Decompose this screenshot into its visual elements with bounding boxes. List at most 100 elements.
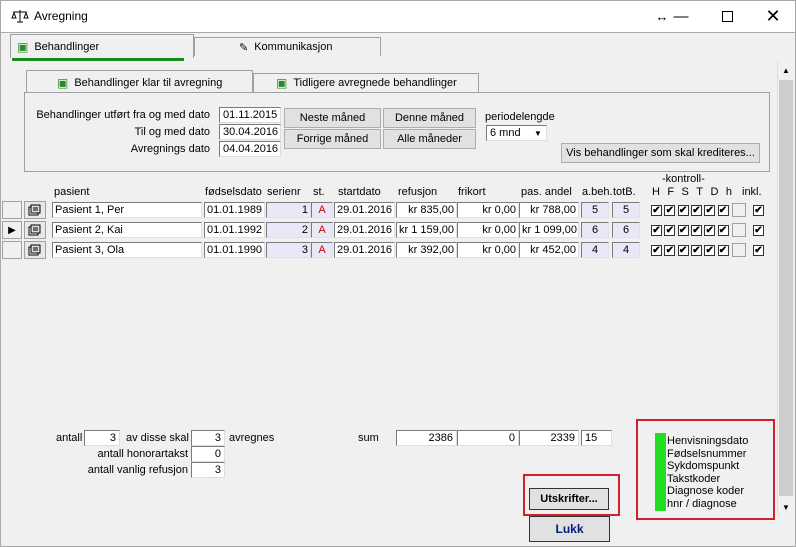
kontroll-check-2: ✔	[677, 245, 689, 256]
scrollbar-thumb[interactable]	[779, 80, 793, 496]
edit-icon[interactable]	[24, 201, 46, 219]
col-frikort: frikort	[458, 186, 486, 198]
from-date-label: Behandlinger utført fra og med dato	[36, 109, 210, 121]
cell-serienr[interactable]: 2	[266, 222, 311, 238]
cell-fodselsdato[interactable]: 01.01.1989	[204, 202, 265, 218]
to-date-field[interactable]: 30.04.2016	[219, 124, 281, 140]
cell-pasient[interactable]: Pasient 2, Kai	[52, 222, 202, 238]
kontroll-check-4: ✔	[704, 225, 716, 236]
lukk-button[interactable]: Lukk	[529, 516, 610, 542]
inkl-checkbox[interactable]: ✔	[753, 225, 764, 236]
col-inkl: inkl.	[742, 186, 762, 198]
row-action-button[interactable]	[732, 203, 746, 217]
row-selector[interactable]	[2, 201, 22, 219]
legend-fodselsnummer: Fødselsnummer	[667, 447, 747, 460]
cell-fodselsdato[interactable]: 01.01.1990	[204, 242, 265, 258]
kontroll-check-5: ✔	[717, 205, 729, 216]
cell-status[interactable]: A	[311, 242, 333, 258]
honorar-label: antall honorartakst	[97, 448, 189, 460]
legend-takstkoder: Takstkoder	[667, 472, 721, 485]
show-credit-button[interactable]: Vis behandlinger som skal krediteres...	[561, 143, 760, 163]
avregning-date-label: Avregnings dato	[130, 143, 210, 155]
cell-status[interactable]: A	[311, 202, 333, 218]
sum-label: sum	[358, 432, 379, 444]
cell-frikort[interactable]: kr 0,00	[457, 242, 519, 258]
all-months-button[interactable]: Alle måneder	[383, 129, 476, 149]
close-button[interactable]: ✕	[750, 0, 796, 32]
honorar-field: 0	[191, 446, 225, 462]
tab-klar-til-avregning[interactable]: ▣ Behandlinger klar til avregning	[26, 70, 253, 94]
link-icon: ✎	[239, 41, 249, 54]
legend-diagnose-koder: Diagnose koder	[667, 485, 745, 498]
cell-pasient[interactable]: Pasient 3, Ola	[52, 242, 202, 258]
legend-color-bar	[655, 433, 666, 511]
col-totb: totB.	[613, 186, 636, 198]
col-pas-andel: pas. andel	[521, 186, 572, 198]
scroll-up-icon[interactable]: ▲	[778, 62, 794, 78]
archive-icon: ▣	[276, 76, 288, 90]
cell-totb[interactable]: 5	[612, 202, 640, 218]
previous-month-button[interactable]: Forrige måned	[284, 129, 381, 149]
utskrifter-button[interactable]: Utskrifter...	[529, 488, 609, 510]
vertical-scrollbar[interactable]: ▲ ▼	[777, 62, 793, 515]
this-month-button[interactable]: Denne måned	[383, 108, 476, 128]
vanlig-refusjon-label: antall vanlig refusjon	[87, 464, 188, 476]
sum-refusjon-field: 2386	[396, 430, 457, 446]
cell-abeh[interactable]: 5	[581, 202, 609, 218]
chevron-down-icon[interactable]: ▼	[531, 126, 545, 140]
cell-pas-andel[interactable]: kr 1 099,00	[519, 222, 579, 238]
kontroll-check-1: ✔	[664, 225, 676, 236]
tab-label: Behandlinger klar til avregning	[74, 76, 223, 89]
inkl-checkbox[interactable]: ✔	[753, 245, 764, 256]
cell-pas-andel[interactable]: kr 788,00	[519, 202, 579, 218]
col-st: st.	[313, 186, 325, 198]
kontroll-check-5: ✔	[717, 225, 729, 236]
cell-refusjon[interactable]: kr 1 159,00	[396, 222, 457, 238]
kontroll-check-2: ✔	[677, 225, 689, 236]
sum-pas-andel-field: 2339	[519, 430, 579, 446]
kontroll-check-0: ✔	[651, 205, 662, 216]
cell-startdato[interactable]: 29.01.2016	[334, 242, 395, 258]
cell-pas-andel[interactable]: kr 452,00	[519, 242, 579, 258]
maximize-button[interactable]	[704, 0, 750, 32]
cell-pasient[interactable]: Pasient 1, Per	[52, 202, 202, 218]
scroll-down-icon[interactable]: ▼	[778, 499, 794, 515]
cell-serienr[interactable]: 3	[266, 242, 311, 258]
edit-icon[interactable]	[24, 221, 46, 239]
tab-behandlinger[interactable]: ▣ Behandlinger	[10, 34, 194, 58]
folder-icon: ▣	[17, 39, 29, 54]
inkl-checkbox[interactable]: ✔	[753, 205, 764, 216]
row-action-button[interactable]	[732, 223, 746, 237]
minimize-button[interactable]: —	[658, 0, 704, 32]
sum-beh-field: 15	[581, 430, 612, 446]
row-selector[interactable]: ▶	[2, 221, 22, 239]
cell-frikort[interactable]: kr 0,00	[457, 202, 519, 218]
cell-serienr[interactable]: 1	[266, 202, 311, 218]
avregning-date-field[interactable]: 04.04.2016	[219, 141, 281, 157]
cell-totb[interactable]: 4	[612, 242, 640, 258]
kontroll-check-0: ✔	[651, 245, 662, 256]
cell-totb[interactable]: 6	[612, 222, 640, 238]
tab-tidligere-avregnede[interactable]: ▣ Tidligere avregnede behandlinger	[253, 73, 479, 92]
scale-icon	[11, 9, 29, 26]
kontroll-check-4: ✔	[704, 205, 716, 216]
cell-abeh[interactable]: 4	[581, 242, 609, 258]
cell-abeh[interactable]: 6	[581, 222, 609, 238]
next-month-button[interactable]: Neste måned	[284, 108, 381, 128]
cell-refusjon[interactable]: kr 392,00	[396, 242, 457, 258]
col-startdato: startdato	[338, 186, 381, 198]
cell-status[interactable]: A	[311, 222, 333, 238]
utskrifter-label: Utskrifter...	[540, 493, 598, 505]
legend-hnr-diagnose: hnr / diagnose	[667, 497, 737, 510]
row-selector[interactable]	[2, 241, 22, 259]
cell-startdato[interactable]: 29.01.2016	[334, 222, 395, 238]
row-action-button[interactable]	[732, 243, 746, 257]
cell-startdato[interactable]: 29.01.2016	[334, 202, 395, 218]
from-date-field[interactable]: 01.11.2015	[219, 107, 281, 123]
cell-fodselsdato[interactable]: 01.01.1992	[204, 222, 265, 238]
tab-kommunikasjon[interactable]: ✎ Kommunikasjon	[194, 37, 381, 56]
edit-icon[interactable]	[24, 241, 46, 259]
cell-refusjon[interactable]: kr 835,00	[396, 202, 457, 218]
cell-frikort[interactable]: kr 0,00	[457, 222, 519, 238]
folder-icon: ▣	[57, 75, 69, 90]
